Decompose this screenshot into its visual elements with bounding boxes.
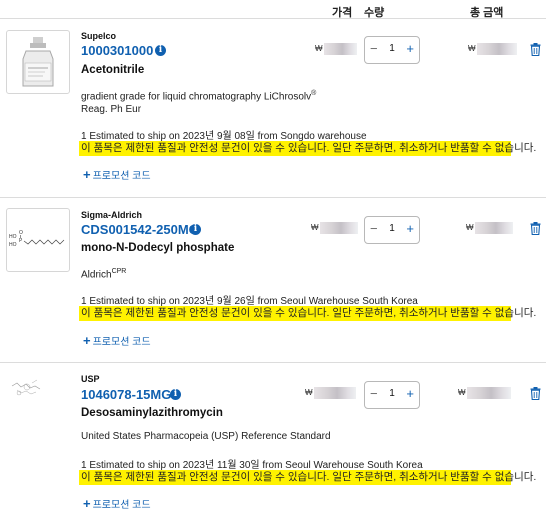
total-value-redacted [476,43,517,55]
product-name: Desosaminylazithromycin [81,407,223,419]
description-text: Aldrich [81,269,112,281]
shipping-estimate: 1 Estimated to ship on 2023년 11월 30일 fro… [81,460,423,471]
description-text-2: Reag. Ph Eur [81,104,142,116]
brand-label: Supelco [81,31,117,41]
product-number-link[interactable]: 1000301000 [81,43,153,58]
brand-label: USP [81,374,100,384]
plus-icon[interactable]: + [406,221,414,236]
description-superscript: ® [311,90,317,97]
shipping-estimate: 1 Estimated to ship on 2023년 9월 26일 from… [81,296,418,307]
plus-icon: + [83,167,91,182]
restriction-warning: 이 품목은 제한된 품질과 안전성 문건이 있을 수 있습니다. 일단 주문하면… [79,141,537,156]
quantity-stepper[interactable]: − 1 + [364,36,420,64]
trash-icon[interactable] [530,43,541,61]
price-value-redacted [319,222,358,234]
product-name: mono-N-Dodecyl phosphate [81,242,235,254]
currency-symbol: ₩ [458,388,466,398]
product-description: AldrichCPR [81,265,126,281]
svg-text:HO: HO [9,242,17,248]
item-divider [0,362,546,363]
plus-icon: + [83,496,91,511]
currency-symbol: ₩ [468,44,476,54]
header-divider [0,18,546,19]
unit-price: ₩ [305,387,356,399]
currency-symbol: ₩ [466,223,474,233]
promo-code-link[interactable]: + 프로모션 코드 [83,496,151,511]
description-superscript: CPR [111,268,127,275]
svg-text:O: O [19,230,23,236]
promo-code-link[interactable]: + 프로모션 코드 [83,333,151,348]
unit-price: ₩ [311,222,358,234]
promo-code-label: 프로모션 코드 [92,500,151,511]
info-icon[interactable]: i [170,389,181,400]
restriction-warning: 이 품목은 제한된 품질과 안전성 문건이 있을 수 있습니다. 일단 주문하면… [79,306,537,321]
trash-icon[interactable] [530,387,541,405]
info-icon[interactable]: i [155,45,166,56]
svg-text:P: P [19,238,23,244]
total-price: ₩ [466,222,513,234]
plus-icon[interactable]: + [406,41,414,56]
brand-label: Sigma-Aldrich [81,210,143,220]
total-value-redacted [466,387,511,399]
product-number-link[interactable]: 1046078-15MG [81,387,171,402]
trash-icon[interactable] [530,222,541,240]
currency-symbol: ₩ [315,44,323,54]
promo-code-label: 프로모션 코드 [92,171,151,182]
product-description: gradient grade for liquid chromatography… [81,87,316,116]
promo-code-label: 프로모션 코드 [92,337,151,348]
quantity-stepper[interactable]: − 1 + [364,381,420,409]
product-image[interactable]: HO HO P O [6,208,70,272]
price-value-redacted [323,43,357,55]
plus-icon[interactable]: + [406,386,414,401]
plus-icon: + [83,333,91,348]
item-divider [0,197,546,198]
product-name: Acetonitrile [81,64,145,76]
currency-symbol: ₩ [311,223,319,233]
restriction-warning: 이 품목은 제한된 품질과 안전성 문건이 있을 수 있습니다. 일단 주문하면… [79,470,537,485]
quantity-stepper[interactable]: − 1 + [364,216,420,244]
shipping-estimate: 1 Estimated to ship on 2023년 9월 08일 from… [81,131,367,142]
total-price: ₩ [468,43,517,55]
product-image[interactable] [6,373,70,437]
unit-price: ₩ [315,43,357,55]
info-icon[interactable]: i [190,224,201,235]
product-number-link[interactable]: CDS001542-250MG [81,222,199,237]
total-price: ₩ [458,387,511,399]
total-value-redacted [474,222,513,234]
structure-image: HO HO P O [9,230,65,248]
structure-image [11,379,41,396]
product-image[interactable] [6,30,70,94]
bottle-image [22,37,54,87]
product-description: United States Pharmacopeia (USP) Referen… [81,430,331,443]
description-text: United States Pharmacopeia (USP) Referen… [81,431,331,442]
currency-symbol: ₩ [305,388,313,398]
svg-text:HO: HO [9,234,17,240]
description-text: gradient grade for liquid chromatography… [81,91,312,103]
price-value-redacted [313,387,356,399]
promo-code-link[interactable]: + 프로모션 코드 [83,167,151,182]
